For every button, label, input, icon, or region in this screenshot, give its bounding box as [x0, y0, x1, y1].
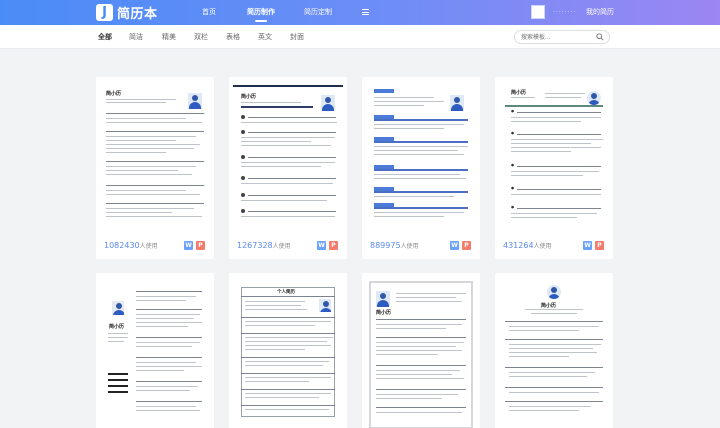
word-icon[interactable]: W [184, 241, 193, 250]
card-footer: 889975人使用 W P [362, 239, 480, 259]
word-icon[interactable]: W [317, 241, 326, 250]
photo-avatar [319, 299, 331, 312]
card-footer: 431264人使用 W P [495, 239, 613, 259]
filter-tab-cover[interactable]: 封面 [290, 25, 304, 49]
photo-avatar [188, 93, 202, 109]
usage-count: 431264人使用 [503, 241, 552, 250]
template-card[interactable]: 简小历 [495, 273, 613, 428]
template-thumbnail[interactable] [366, 81, 476, 233]
filter-tab-fine[interactable]: 精美 [162, 25, 176, 49]
photo-avatar [450, 95, 464, 111]
top-nav-bar: J 简历本 首页 简历制作 简历定制 ········ 我的简历 [0, 0, 720, 25]
filter-bar: 全部 简洁 精美 双栏 表格 英文 封面 [0, 25, 720, 49]
photo-avatar [547, 285, 561, 299]
search-input[interactable] [521, 32, 597, 42]
search-box[interactable] [514, 30, 610, 44]
template-thumbnail[interactable]: 简小历 [366, 277, 476, 428]
pdf-icon[interactable]: P [595, 241, 604, 250]
template-thumbnail[interactable]: 简小历 [499, 277, 609, 428]
nav-resume-make[interactable]: 简历制作 [247, 0, 275, 25]
pdf-icon[interactable]: P [462, 241, 471, 250]
template-card[interactable]: 个人简历 [229, 273, 347, 428]
filter-tab-simple[interactable]: 简洁 [129, 25, 143, 49]
filter-tab-english[interactable]: 英文 [258, 25, 272, 49]
resume-name: 简小历 [241, 94, 257, 100]
filter-tab-two-column[interactable]: 双栏 [194, 25, 208, 49]
logo-badge: J [96, 4, 113, 21]
nav-resume-custom[interactable]: 简历定制 [304, 0, 332, 25]
usage-count: 1267328人使用 [237, 241, 291, 250]
pdf-icon[interactable]: P [329, 241, 338, 250]
avatar[interactable] [531, 5, 545, 19]
nav-home[interactable]: 首页 [202, 0, 216, 25]
word-icon[interactable]: W [583, 241, 592, 250]
filter-tab-table[interactable]: 表格 [226, 25, 240, 49]
usage-count: 889975人使用 [370, 241, 419, 250]
resume-name: 简小历 [541, 303, 557, 309]
resume-name: 简小历 [106, 91, 122, 97]
logo-text: 简历本 [117, 7, 158, 22]
photo-avatar [321, 95, 335, 111]
username[interactable]: ········ [553, 0, 576, 25]
word-icon[interactable]: W [450, 241, 459, 250]
template-thumbnail[interactable]: 简小历 [100, 277, 210, 428]
template-thumbnail[interactable]: 简小历 ● ● ● ● ● [499, 81, 609, 233]
photo-avatar [112, 301, 124, 315]
template-card[interactable]: 简小历 1082430人使用 W P [96, 77, 214, 259]
template-card[interactable]: 889975人使用 W P [362, 77, 480, 259]
filter-tab-all[interactable]: 全部 [98, 25, 112, 49]
usage-count: 1082430人使用 [104, 241, 158, 250]
photo-avatar [376, 291, 390, 307]
template-thumbnail[interactable]: 简小历 [100, 81, 210, 233]
photo-avatar [587, 91, 601, 105]
menu-icon[interactable] [362, 9, 369, 15]
resume-name: 简小历 [376, 310, 392, 316]
template-card[interactable]: 简小历 ● ● ● ● ● 431264人使用 W P [495, 77, 613, 259]
resume-title: 个人简历 [277, 290, 295, 295]
card-footer: 1267328人使用 W P [229, 239, 347, 259]
pdf-icon[interactable]: P [196, 241, 205, 250]
card-footer: 1082430人使用 W P [96, 239, 214, 259]
nav-my-resume[interactable]: 我的简历 [586, 0, 614, 25]
template-thumbnail[interactable]: 个人简历 [233, 277, 343, 428]
resume-name: 简小历 [109, 324, 125, 330]
template-card[interactable]: 简小历 1267328人使用 W P [229, 77, 347, 259]
resume-name: 简小历 [511, 90, 527, 96]
template-thumbnail[interactable]: 简小历 [233, 81, 343, 233]
template-card[interactable]: 简小历 [96, 273, 214, 428]
template-card[interactable]: 简小历 [362, 273, 480, 428]
brand-logo[interactable]: J 简历本 [96, 3, 158, 22]
search-icon[interactable] [596, 33, 604, 41]
